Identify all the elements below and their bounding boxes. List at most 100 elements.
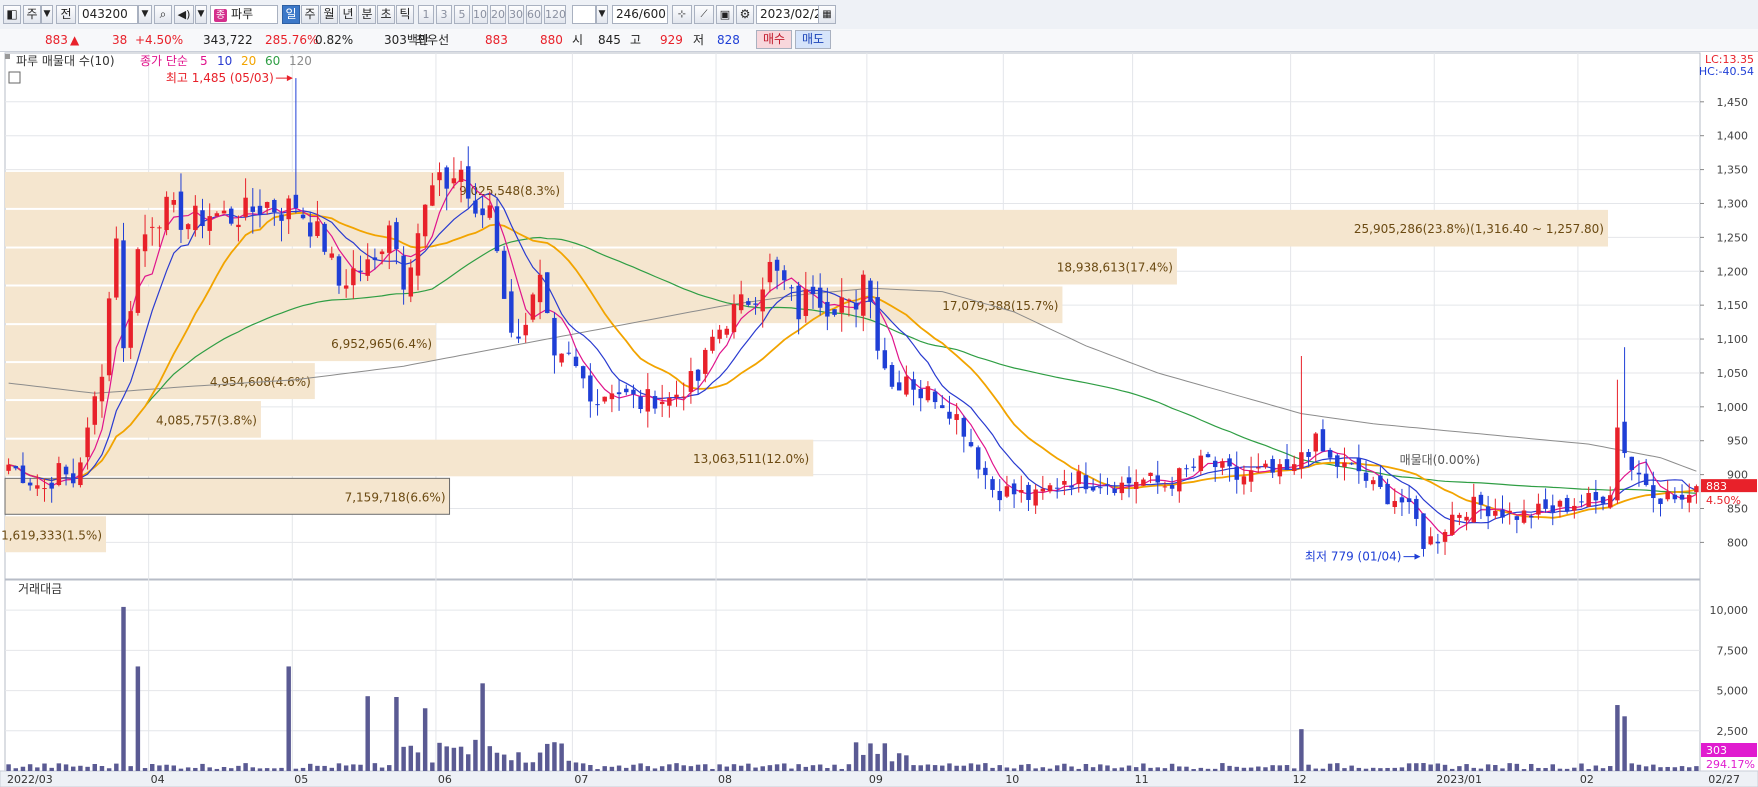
minute-step-button[interactable]: 3 bbox=[436, 5, 452, 24]
candle-body bbox=[1464, 516, 1469, 521]
candle-body bbox=[1363, 472, 1369, 481]
period-tab[interactable]: 초 bbox=[377, 5, 395, 24]
crosshair-icon[interactable]: ⊹ bbox=[672, 5, 692, 24]
candle-body bbox=[114, 238, 119, 298]
minute-step-button[interactable]: 30 bbox=[508, 5, 524, 24]
candle-body bbox=[1177, 468, 1182, 492]
volume-bar bbox=[724, 766, 730, 771]
volume-bar bbox=[501, 754, 507, 771]
candle-body bbox=[106, 298, 112, 376]
period-tab[interactable]: 주 bbox=[301, 5, 319, 24]
candle-body bbox=[279, 214, 284, 221]
candle-body bbox=[1636, 472, 1642, 475]
volume-bar bbox=[509, 760, 514, 771]
minute-step-button[interactable]: 20 bbox=[490, 5, 506, 24]
speaker-dropdown-icon[interactable]: ▼ bbox=[195, 5, 207, 24]
date-label: 08 bbox=[718, 773, 732, 786]
candle-body bbox=[1076, 471, 1081, 485]
minute-step-button[interactable]: 120 bbox=[544, 5, 566, 24]
candle-body bbox=[1291, 464, 1297, 472]
candle-body bbox=[135, 249, 141, 313]
period-prefix-button[interactable]: 주 bbox=[23, 5, 41, 24]
price-tick-label: 1,350 bbox=[1717, 164, 1749, 177]
custom-step-field[interactable] bbox=[572, 5, 596, 24]
volume-bar bbox=[1643, 766, 1649, 771]
gear-icon[interactable]: ⚙ bbox=[736, 5, 754, 24]
volume-bar bbox=[832, 764, 837, 771]
candle-body bbox=[932, 391, 938, 403]
minute-step-button[interactable]: 10 bbox=[472, 5, 488, 24]
candle-body bbox=[336, 256, 342, 286]
search-icon[interactable]: ⌕ bbox=[154, 5, 172, 24]
candle-body bbox=[85, 427, 90, 458]
candle-body bbox=[537, 274, 543, 303]
count-field[interactable]: 246/600 bbox=[612, 5, 668, 24]
calendar-icon[interactable]: ▦ bbox=[818, 5, 836, 24]
price-axis: 8008509009501,0001,0501,1001,1501,2001,2… bbox=[1700, 96, 1748, 738]
minute-step-button[interactable]: 60 bbox=[526, 5, 542, 24]
candle-body bbox=[56, 463, 62, 486]
volume-bar bbox=[1148, 767, 1153, 771]
candle-body bbox=[703, 349, 708, 374]
volume-panel-frame bbox=[4, 579, 1701, 772]
volume-bar bbox=[609, 766, 615, 771]
legend-bullet bbox=[5, 54, 10, 59]
volume-bar bbox=[1550, 764, 1555, 771]
trend-icon[interactable]: ⟋ bbox=[694, 5, 714, 24]
volume-bar bbox=[580, 763, 586, 771]
volume-bar bbox=[99, 766, 105, 771]
volume-bar bbox=[530, 762, 536, 771]
minute-step-button[interactable]: 5 bbox=[454, 5, 470, 24]
candle-body bbox=[1507, 510, 1512, 513]
minute-step-button[interactable]: 1 bbox=[418, 5, 434, 24]
volume-bar bbox=[731, 764, 737, 771]
save-icon[interactable]: ▣ bbox=[716, 5, 734, 24]
code-dropdown-icon[interactable]: ▼ bbox=[138, 5, 152, 24]
candle-body bbox=[1241, 476, 1247, 485]
candle-body bbox=[975, 447, 981, 470]
volume-bar bbox=[559, 743, 564, 771]
volume-bar bbox=[789, 768, 794, 771]
scope-button[interactable]: 전 bbox=[56, 5, 76, 24]
candle-body bbox=[1514, 516, 1520, 520]
high-annotation: 최고 1,485 (05/03) bbox=[166, 71, 274, 85]
candle-body bbox=[243, 197, 248, 217]
period-tab[interactable]: 틱 bbox=[396, 5, 414, 24]
volume-bar bbox=[760, 766, 765, 771]
volume-bar bbox=[595, 769, 600, 771]
volume-bar bbox=[990, 767, 995, 771]
chart-menu-icon[interactable]: ◧ bbox=[3, 5, 21, 24]
candle-body bbox=[408, 267, 414, 297]
period-tab[interactable]: 년 bbox=[339, 5, 357, 24]
candle-body bbox=[387, 225, 392, 253]
candle-body bbox=[882, 350, 888, 369]
period-tab[interactable]: 분 bbox=[358, 5, 376, 24]
volume-bar bbox=[1291, 768, 1297, 771]
period-tab[interactable]: 월 bbox=[320, 5, 338, 24]
volume-bar bbox=[308, 763, 313, 771]
buy-button[interactable]: 매수 bbox=[756, 30, 792, 49]
period-tab[interactable]: 일 bbox=[282, 5, 300, 24]
volume-bar bbox=[1485, 764, 1491, 771]
volume: 343,722 bbox=[203, 33, 253, 47]
date-label: 10 bbox=[1005, 773, 1019, 786]
stock-code-input[interactable]: 043200 bbox=[78, 5, 138, 24]
volume-bar bbox=[200, 763, 205, 771]
volume-bar bbox=[56, 763, 62, 771]
candle-body bbox=[875, 297, 880, 351]
stock-chart[interactable]: 1,619,333(1.5%) 7,159,718(6.6%) 13,063,511… bbox=[0, 51, 1758, 787]
sell-button[interactable]: 매도 bbox=[795, 30, 831, 49]
candle-body bbox=[487, 205, 493, 218]
candle-body bbox=[1198, 455, 1204, 471]
stock-name-field[interactable]: 종 파루 bbox=[210, 5, 278, 24]
candle-body bbox=[774, 259, 780, 271]
chevron-down-icon[interactable]: ▼ bbox=[41, 5, 53, 24]
volume-bar bbox=[229, 768, 234, 771]
speaker-icon[interactable]: ◀) bbox=[174, 5, 194, 24]
volume-bar bbox=[1054, 765, 1060, 771]
candle-body bbox=[1622, 421, 1627, 454]
candle-body bbox=[322, 223, 327, 252]
volume-bar bbox=[537, 752, 543, 771]
volume-bar bbox=[157, 765, 162, 771]
custom-step-dropdown-icon[interactable]: ▼ bbox=[596, 5, 608, 24]
